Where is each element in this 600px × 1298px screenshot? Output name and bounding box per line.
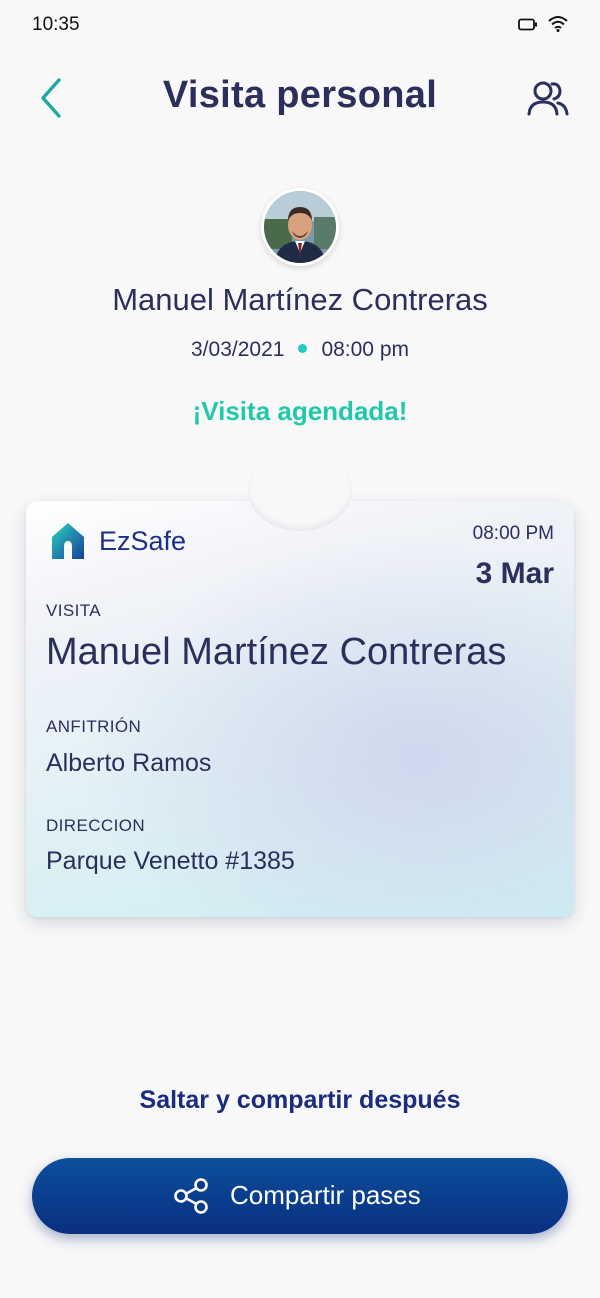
visitor-name: Manuel Martínez Contreras: [112, 282, 488, 317]
users-icon: [527, 81, 569, 116]
host-label: ANFITRIÓN: [46, 717, 142, 736]
skip-share-later-link[interactable]: Saltar y compartir después: [0, 1086, 600, 1115]
visit-label: VISITA: [46, 601, 101, 620]
avatar: [261, 188, 339, 266]
share-passes-button[interactable]: Compartir pases: [32, 1158, 568, 1234]
status-time: 10:35: [32, 14, 80, 35]
people-button[interactable]: [524, 78, 572, 120]
share-icon: [174, 1178, 208, 1214]
page-title: Visita personal: [162, 74, 438, 116]
pass-time: 08:00 PM: [472, 523, 554, 544]
visit-date: 3/03/2021: [191, 338, 285, 361]
share-button-label: Compartir pases: [230, 1180, 421, 1210]
visit-time: 08:00 pm: [321, 338, 409, 361]
status-bar: 10:35: [0, 0, 600, 52]
wifi-icon: [548, 16, 568, 32]
separator-dot: [298, 343, 308, 353]
visit-status-message: ¡Visita agendada!: [192, 396, 408, 426]
card-notch: [248, 451, 352, 531]
address-label: DIRECCION: [46, 816, 145, 835]
person-photo: [264, 191, 336, 263]
ezsafe-logo-icon: [52, 523, 84, 559]
host-value: Alberto Ramos: [46, 749, 212, 777]
visit-datetime: 3/03/2021 08:00 pm: [0, 338, 600, 362]
battery-icon: [518, 18, 537, 31]
visit-pass-card: EzSafe 08:00 PM 3 Mar VISITA Manuel Mart…: [26, 451, 574, 917]
header: Visita personal: [0, 60, 600, 140]
visit-value: Manuel Martínez Contreras: [46, 631, 507, 673]
address-value: Parque Venetto #1385: [46, 847, 295, 875]
pass-date: 3 Mar: [475, 557, 554, 590]
brand-name: EzSafe: [99, 526, 187, 556]
